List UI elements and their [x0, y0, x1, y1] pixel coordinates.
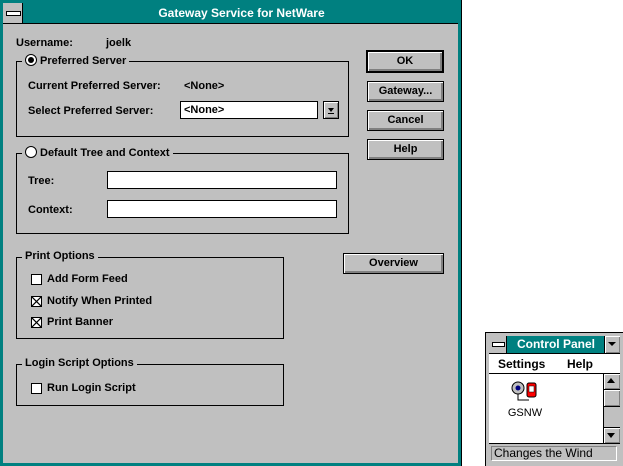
gsnw-applet[interactable]: GSNW — [503, 379, 547, 427]
current-preferred-server-label: Current Preferred Server: — [28, 80, 161, 92]
checkbox-x-icon — [32, 318, 41, 327]
control-panel-client-area: GSNW — [489, 374, 603, 443]
scroll-up-arrow-icon — [607, 378, 615, 383]
context-input[interactable] — [107, 200, 337, 218]
scroll-down-arrow-icon — [607, 433, 615, 438]
status-text: Changes the Wind — [491, 446, 617, 461]
select-preferred-server-label: Select Preferred Server: — [28, 105, 154, 117]
current-preferred-server-value: <None> — [184, 80, 225, 92]
print-options-legend: Print Options — [22, 250, 98, 263]
tree-input[interactable] — [107, 171, 337, 189]
notify-when-printed-checkbox[interactable] — [31, 296, 42, 307]
dropdown-arrow-icon — [328, 108, 334, 114]
title-bar[interactable]: Gateway Service for NetWare — [3, 3, 458, 24]
help-button[interactable]: Help — [367, 139, 444, 160]
gateway-service-dialog: Gateway Service for NetWare Username: jo… — [0, 0, 462, 466]
gateway-button[interactable]: Gateway... — [367, 81, 444, 102]
minimize-button[interactable] — [604, 336, 620, 353]
radio-selected-dot — [28, 57, 34, 63]
default-tree-radio[interactable] — [25, 146, 37, 158]
notify-when-printed-label: Notify When Printed — [47, 295, 153, 307]
control-panel-system-menu[interactable] — [489, 336, 507, 353]
gsnw-icon — [511, 381, 537, 401]
preferred-server-group — [16, 61, 349, 137]
system-menu-icon — [492, 342, 505, 347]
menu-help[interactable]: Help — [567, 357, 593, 371]
select-preferred-server-combo[interactable]: <None> — [180, 101, 318, 119]
default-tree-label: Default Tree and Context — [40, 147, 170, 159]
menu-settings[interactable]: Settings — [498, 357, 545, 371]
control-panel-status-bar: Changes the Wind — [489, 443, 620, 463]
scroll-thumb[interactable] — [604, 390, 620, 407]
preferred-server-radio[interactable] — [25, 54, 37, 66]
tree-label: Tree: — [28, 175, 55, 187]
system-menu-button[interactable] — [3, 3, 23, 23]
username-value: joelk — [106, 37, 132, 49]
system-menu-icon — [6, 11, 21, 16]
preferred-server-label: Preferred Server — [40, 55, 127, 67]
minimize-arrow-icon — [608, 342, 616, 346]
run-login-script-checkbox[interactable] — [31, 383, 42, 394]
control-panel-title-bar[interactable]: Control Panel — [489, 336, 620, 354]
default-tree-legend[interactable]: Default Tree and Context — [22, 146, 173, 159]
control-panel-window: Control Panel Settings Help GSNW Changes… — [485, 332, 623, 466]
run-login-script-label: Run Login Script — [47, 382, 136, 394]
gsnw-label: GSNW — [507, 407, 543, 419]
control-panel-scrollbar[interactable] — [603, 374, 620, 443]
add-form-feed-label: Add Form Feed — [47, 273, 128, 285]
print-banner-label: Print Banner — [47, 316, 114, 328]
preferred-server-dropdown-button[interactable] — [323, 101, 339, 119]
checkbox-x-icon — [32, 297, 41, 306]
default-tree-group — [16, 153, 349, 234]
ok-button[interactable]: OK — [366, 50, 444, 73]
scroll-down-button[interactable] — [604, 427, 620, 443]
context-label: Context: — [28, 204, 73, 216]
add-form-feed-checkbox[interactable] — [31, 274, 42, 285]
control-panel-menubar: Settings Help — [489, 354, 620, 374]
preferred-server-legend[interactable]: Preferred Server — [22, 54, 130, 67]
login-script-legend: Login Script Options — [22, 357, 137, 370]
dialog-title: Gateway Service for NetWare — [158, 6, 325, 20]
cancel-button[interactable]: Cancel — [367, 110, 444, 131]
control-panel-title: Control Panel — [516, 337, 595, 351]
print-banner-checkbox[interactable] — [31, 317, 42, 328]
scroll-up-button[interactable] — [604, 374, 620, 390]
overview-button[interactable]: Overview — [343, 253, 444, 274]
username-label: Username: — [16, 37, 73, 49]
